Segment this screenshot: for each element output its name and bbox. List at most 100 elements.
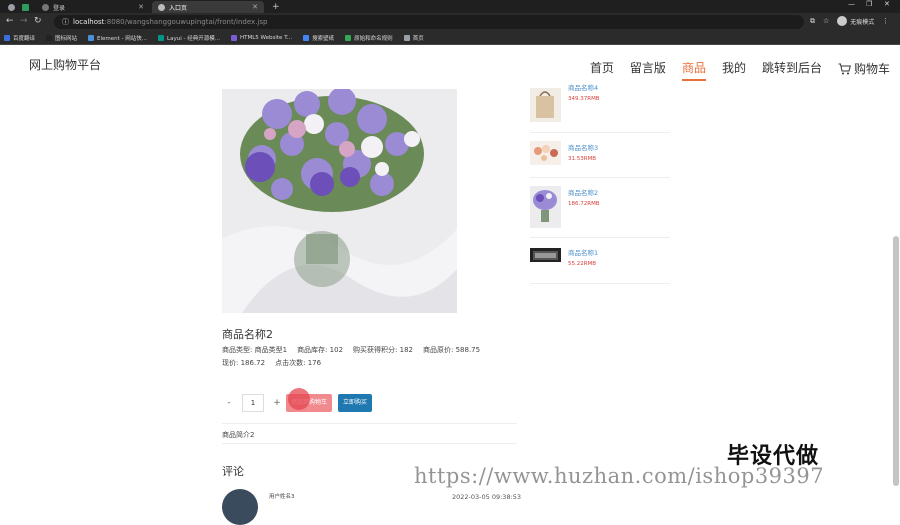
incognito-profile[interactable]: 无痕模式 — [837, 16, 874, 26]
close-icon[interactable]: ✕ — [138, 3, 144, 11]
browser-tab-2[interactable] — [16, 1, 35, 13]
list-item[interactable]: 商品名称1 55.22RMB — [530, 238, 670, 284]
url-path: :8080/wangshanggouwupingtai/front/index.… — [104, 18, 268, 26]
side-product-price: 186.72RMB — [568, 201, 600, 207]
product-orig-price: 商品原价: 588.75 — [423, 346, 481, 354]
bookmark-label: 搜索壁纸 — [312, 35, 335, 42]
reload-icon[interactable]: ↻ — [34, 16, 42, 26]
comment-time: 2022-03-05 09:38:53 — [452, 493, 522, 501]
browser-right-tools: ⧉ ☆ 无痕模式 ⋮ — [810, 16, 889, 26]
bookmark-label: 首页 — [412, 35, 424, 42]
page-scrollbar[interactable] — [893, 236, 899, 486]
menu-icon[interactable]: ⋮ — [882, 17, 889, 25]
avatar — [222, 489, 258, 525]
bookmark-label: Layui - 经典开源模... — [167, 35, 220, 42]
product-meta-row1: 商品类型: 商品类型1 商品库存: 102 购买获得积分: 182 商品原价: … — [222, 345, 480, 355]
tab-favicon — [158, 3, 165, 11]
product-meta-row2: 现价: 186.72 点击次数: 176 — [222, 358, 321, 368]
side-product-name[interactable]: 商品名称4 — [568, 82, 598, 92]
bookmark-item[interactable]: HTML5 Website T... — [230, 34, 293, 41]
minimize-icon[interactable]: — — [848, 0, 855, 8]
product-name: 商品名称2 — [222, 328, 273, 341]
profile-label: 无痕模式 — [850, 18, 875, 26]
bookmark-label: HTML5 Website T... — [239, 34, 293, 41]
comments-title: 评论 — [222, 465, 244, 478]
nav-item-messages[interactable]: 留言版 — [630, 59, 666, 81]
list-item[interactable]: 商品名称4 349.37RMB — [530, 84, 670, 133]
bookmark-item[interactable]: Layui - 经典开源模... — [158, 34, 220, 42]
list-item[interactable]: 商品名称2 186.72RMB — [530, 178, 670, 238]
bookmark-icon — [4, 34, 10, 41]
incognito-icon — [837, 16, 848, 26]
browser-tab-entry[interactable]: 入口页 ✕ — [152, 1, 264, 13]
product-thumb — [530, 141, 561, 165]
bookmark-label: 原始和命名规则 — [354, 35, 393, 42]
tab-label: 登录 — [53, 4, 66, 12]
nav-item-admin[interactable]: 跳转到后台 — [762, 59, 822, 81]
nav-item-cart[interactable]: 购物车 — [838, 59, 890, 81]
quantity-input[interactable]: 1 — [242, 394, 264, 412]
cart-icon — [838, 63, 851, 74]
buy-now-button[interactable]: 立即购买 — [338, 394, 373, 412]
cart-label: 购物车 — [853, 62, 890, 76]
bookmark-label: 百度翻译 — [13, 35, 36, 42]
star-icon[interactable]: ☆ — [823, 17, 829, 25]
product-type: 商品类型: 商品类型1 — [222, 346, 288, 354]
side-product-name[interactable]: 商品名称1 — [568, 247, 598, 257]
nav-item-home[interactable]: 首页 — [590, 59, 614, 81]
nav-item-mine[interactable]: 我的 — [722, 59, 746, 81]
bookmark-icon — [158, 34, 165, 41]
product-thumb — [530, 186, 561, 228]
browser-tabstrip: 登录 ✕ 入口页 ✕ + — ❐ ✕ — [0, 0, 900, 13]
side-product-price: 55.22RMB — [568, 261, 597, 267]
product-clicks: 点击次数: 176 — [275, 359, 322, 367]
page: 网上购物平台 首页 留言版 商品 我的 跳转到后台 购物车 商品名称2 商品类型… — [0, 46, 900, 525]
close-icon[interactable]: ✕ — [252, 3, 258, 11]
bookmark-icon — [403, 34, 410, 41]
site-brand[interactable]: 网上购物平台 — [29, 56, 101, 73]
info-icon: ⓘ — [62, 18, 69, 26]
tab-favicon — [22, 3, 29, 11]
click-indicator — [288, 388, 310, 410]
product-stock: 商品库存: 102 — [297, 346, 344, 354]
forward-icon[interactable]: → — [20, 16, 28, 26]
restore-icon[interactable]: ❐ — [866, 0, 872, 8]
bookmark-item[interactable]: Element - 网站快... — [88, 34, 147, 42]
watermark-url: https://www.huzhan.com/ishop39397 — [414, 464, 825, 488]
product-intro: 商品简介2 — [222, 431, 255, 439]
bookmark-item[interactable]: 搜索壁纸 — [303, 34, 334, 42]
product-thumb — [530, 88, 561, 122]
side-product-name[interactable]: 商品名称2 — [568, 187, 598, 197]
bookmarks-bar: 百度翻译 图标网站 Element - 网站快... Layui - 经典开源模...… — [0, 31, 900, 45]
product-thumb — [530, 248, 561, 262]
side-product-price: 349.37RMB — [568, 96, 600, 102]
tab-favicon — [8, 3, 15, 11]
new-tab-button[interactable]: + — [266, 1, 286, 13]
bookmark-icon — [46, 34, 53, 41]
bookmark-icon — [230, 34, 237, 41]
bookmark-item[interactable]: 原始和命名规则 — [345, 34, 393, 42]
browser-toolbar: ← → ↻ ⓘ localhost:8080/wangshanggouwupin… — [0, 13, 900, 31]
bookmark-item[interactable]: 百度翻译 — [4, 34, 35, 42]
bookmark-icon — [303, 34, 310, 41]
address-bar[interactable]: ⓘ localhost:8080/wangshanggouwupingtai/f… — [54, 15, 804, 29]
divider — [222, 443, 517, 444]
back-icon[interactable]: ← — [6, 16, 14, 26]
bookmark-label: 图标网站 — [55, 35, 78, 42]
comment-user: 用户姓名3 — [269, 494, 295, 500]
increase-button[interactable]: + — [270, 398, 284, 408]
tab-favicon — [42, 3, 49, 11]
translate-icon[interactable]: ⧉ — [810, 17, 815, 26]
decrease-button[interactable]: - — [222, 398, 236, 408]
main-nav: 首页 留言版 商品 我的 跳转到后台 购物车 — [590, 59, 890, 81]
divider — [222, 423, 517, 424]
browser-tab-login[interactable]: 登录 ✕ — [36, 1, 150, 13]
product-points: 购买获得积分: 182 — [353, 346, 413, 354]
plus-icon: + — [272, 2, 280, 12]
bookmark-item[interactable]: 图标网站 — [46, 34, 77, 42]
nav-item-products[interactable]: 商品 — [681, 59, 706, 81]
close-window-icon[interactable]: ✕ — [884, 0, 890, 8]
side-product-name[interactable]: 商品名称3 — [568, 142, 598, 152]
list-item[interactable]: 商品名称3 31.53RMB — [530, 133, 670, 178]
bookmark-item[interactable]: 首页 — [403, 34, 424, 42]
